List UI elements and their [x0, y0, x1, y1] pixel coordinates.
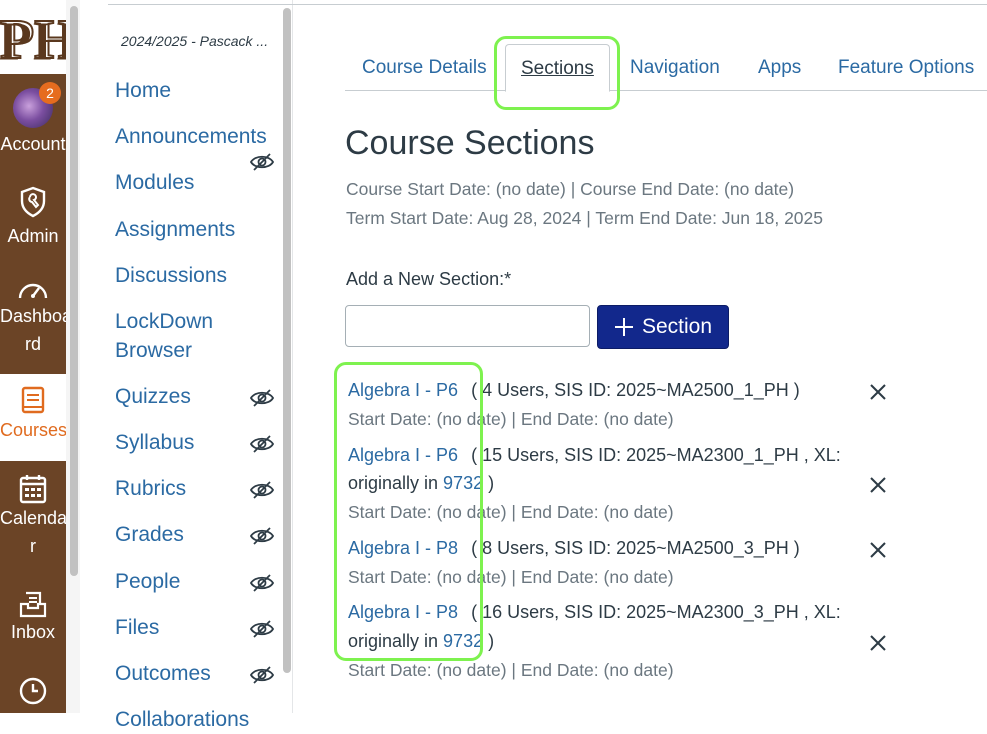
delete-section-icon[interactable] — [868, 475, 888, 495]
course-nav-item[interactable]: Modules — [115, 168, 194, 197]
add-section-label: Add a New Section:* — [346, 269, 512, 289]
hidden-eye-icon — [250, 481, 274, 499]
section-dates: Start Date: (no date) | End Date: (no da… — [348, 409, 674, 429]
svg-text:PH: PH — [0, 9, 66, 71]
course-nav-item[interactable]: Quizzes — [115, 382, 191, 411]
course-nav-item[interactable]: Home — [115, 76, 171, 105]
section-name-input[interactable] — [345, 305, 590, 347]
gnav-label: r — [30, 536, 36, 556]
list-item: Algebra I - P6 ( 4 Users, SIS ID: 2025~M… — [348, 376, 800, 404]
gnav-admin[interactable]: Admin — [0, 186, 66, 250]
speedometer-icon — [18, 283, 48, 299]
book-icon — [21, 386, 45, 414]
course-nav-scrollbar[interactable] — [283, 8, 291, 673]
tab-course-details[interactable]: Course Details — [362, 44, 487, 90]
course-nav-item[interactable]: Announcements — [115, 122, 267, 151]
delete-section-icon[interactable] — [868, 633, 888, 653]
avatar: 2 — [13, 82, 61, 128]
school-logo[interactable]: PH PH — [0, 0, 66, 74]
settings-tabs: Course Details Sections Navigation Apps … — [345, 44, 987, 92]
course-nav-item[interactable]: Discussions — [115, 261, 227, 290]
hidden-eye-icon — [250, 389, 274, 407]
gnav-account[interactable]: 2 Account — [0, 82, 66, 158]
inbox-icon — [19, 591, 47, 618]
gnav-label: Calenda — [0, 508, 66, 528]
gnav-label: Account — [0, 134, 66, 154]
course-dates: Course Start Date: (no date) | Course En… — [346, 179, 795, 199]
course-nav: 2024/2025 - Pascack ... Home Announcement… — [80, 0, 293, 731]
crosslist-info: originally in 9732 ) — [348, 469, 494, 497]
crosslist-suffix: ) — [483, 473, 495, 493]
plus-icon — [614, 318, 633, 336]
course-nav-item[interactable]: Rubrics — [115, 474, 186, 503]
page-title: Course Sections — [345, 124, 595, 162]
hidden-eye-icon — [250, 153, 274, 171]
global-nav: PH PH 2 Account Admin Dashboa rd Courses… — [0, 0, 66, 713]
gnav-label: rd — [24, 334, 41, 354]
delete-section-icon[interactable] — [868, 540, 888, 560]
crosslist-link[interactable]: 9732 — [443, 631, 483, 651]
gnav-history[interactable] — [0, 676, 66, 706]
tab-sections[interactable]: Sections — [505, 44, 610, 92]
gnav-inbox[interactable]: Inbox — [0, 590, 66, 646]
section-link[interactable]: Algebra I - P8 — [348, 538, 458, 558]
course-nav-item[interactable]: Outcomes — [115, 659, 211, 688]
gnav-courses[interactable]: Courses — [0, 374, 66, 461]
course-nav-item-line2[interactable]: Browser — [115, 336, 192, 365]
tab-apps[interactable]: Apps — [758, 44, 801, 90]
gnav-dashboard[interactable]: Dashboa rd — [0, 276, 66, 358]
notification-badge: 2 — [39, 82, 61, 104]
clock-icon — [19, 677, 47, 705]
crosslist-link[interactable]: 9732 — [443, 473, 483, 493]
crosslist-prefix: originally in — [348, 631, 444, 651]
crosslist-suffix: ) — [483, 631, 495, 651]
add-section-label-text: Section — [641, 315, 713, 338]
nav-scrollbar[interactable] — [70, 6, 78, 576]
course-nav-item[interactable]: Files — [115, 613, 159, 642]
crosslist-info: originally in 9732 ) — [348, 627, 494, 655]
delete-section-icon[interactable] — [868, 382, 888, 402]
gnav-label: Inbox — [10, 622, 56, 642]
tab-feature-options[interactable]: Feature Options — [838, 44, 974, 90]
section-details: ( 8 Users, SIS ID: 2025~MA2500_3_PH ) — [471, 538, 800, 558]
add-section-button[interactable]: Section — [597, 305, 729, 349]
course-nav-item[interactable]: Grades — [115, 520, 184, 549]
top-divider — [108, 4, 987, 5]
section-link[interactable]: Algebra I - P6 — [348, 380, 458, 400]
section-link[interactable]: Algebra I - P6 — [348, 445, 458, 465]
course-nav-item[interactable]: Collaborations — [115, 705, 249, 734]
course-nav-item[interactable]: People — [115, 567, 180, 596]
course-nav-item[interactable]: LockDown — [115, 307, 213, 336]
hidden-eye-icon — [250, 574, 274, 592]
hidden-eye-icon — [250, 527, 274, 545]
term-label: 2024/2025 - Pascack ... — [121, 33, 269, 49]
section-dates: Start Date: (no date) | End Date: (no da… — [348, 502, 674, 522]
section-details: ( 16 Users, SIS ID: 2025~MA2300_3_PH , X… — [471, 602, 841, 622]
list-item: Algebra I - P8 ( 16 Users, SIS ID: 2025~… — [348, 598, 841, 626]
shield-icon — [20, 186, 46, 218]
gnav-label: Admin — [7, 226, 59, 246]
gnav-calendar[interactable]: Calenda r — [0, 474, 66, 560]
gnav-label: Dashboa — [0, 306, 66, 326]
section-details: ( 4 Users, SIS ID: 2025~MA2500_1_PH ) — [471, 380, 800, 400]
course-nav-item[interactable]: Assignments — [115, 215, 235, 244]
section-dates: Start Date: (no date) | End Date: (no da… — [348, 660, 674, 680]
logo-icon: PH PH — [0, 6, 66, 74]
list-item: Algebra I - P6 ( 15 Users, SIS ID: 2025~… — [348, 441, 841, 469]
gnav-label: Courses — [0, 420, 66, 440]
tab-navigation[interactable]: Navigation — [630, 44, 720, 90]
hidden-eye-icon — [250, 620, 274, 638]
calendar-icon — [19, 475, 47, 504]
course-nav-item[interactable]: Syllabus — [115, 428, 194, 457]
term-dates: Term Start Date: Aug 28, 2024 | Term End… — [346, 208, 824, 228]
hidden-eye-icon — [250, 666, 274, 684]
section-details: ( 15 Users, SIS ID: 2025~MA2300_1_PH , X… — [471, 445, 841, 465]
hidden-eye-icon — [250, 435, 274, 453]
crosslist-prefix: originally in — [348, 473, 444, 493]
list-item: Algebra I - P8 ( 8 Users, SIS ID: 2025~M… — [348, 534, 800, 562]
section-dates: Start Date: (no date) | End Date: (no da… — [348, 567, 674, 587]
section-link[interactable]: Algebra I - P8 — [348, 602, 458, 622]
